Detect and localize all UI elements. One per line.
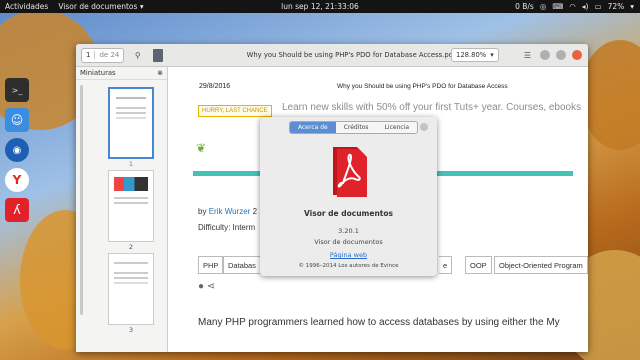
wallpaper-foliage <box>580 40 640 150</box>
app-name: Visor de documentos <box>304 209 393 218</box>
keyboard-icon[interactable]: ⌨ <box>552 2 563 11</box>
website-link[interactable]: Página web <box>260 251 437 259</box>
thumbnail-label: 1 <box>128 160 134 168</box>
minimize-button[interactable] <box>540 50 550 60</box>
running-head: Why you Should be using PHP's PDO for Da… <box>337 83 508 90</box>
copyright: © 1996–2014 Los autores de Evince <box>298 263 399 269</box>
volume-icon[interactable]: ◂) <box>582 2 589 11</box>
yandex-browser-icon[interactable]: Y <box>5 168 29 192</box>
app-version: 3.20.1 <box>338 227 359 235</box>
tag-chip[interactable]: Object-Oriented Program <box>494 256 588 274</box>
sidebar-scrollbar[interactable] <box>80 85 83 315</box>
tag-chip[interactable]: Databas <box>223 256 261 274</box>
page-date: 29/8/2016 <box>199 83 231 90</box>
battery-level: 72% <box>607 2 625 11</box>
author-link[interactable]: Erik Wurzer <box>209 207 251 216</box>
dock: >_ ☺ ◉ Y ʎ <box>0 78 34 222</box>
search-icon[interactable]: ⚲ <box>130 48 145 63</box>
close-icon[interactable]: ⊗ <box>157 69 163 77</box>
tab-credits[interactable]: Créditos <box>335 122 377 133</box>
page-selector[interactable]: 1 de 24 <box>81 47 125 63</box>
pdf-viewer-icon[interactable]: ʎ <box>5 198 29 222</box>
tab-license[interactable]: Licencia <box>376 122 418 133</box>
tag-chip[interactable]: PHP <box>198 256 224 274</box>
thumbnail-label: 2 <box>128 243 134 251</box>
tag-chip[interactable]: e <box>439 256 453 274</box>
zoom-level: 128.80% <box>456 51 487 59</box>
activities-button[interactable]: Actividades <box>5 2 48 11</box>
close-button[interactable] <box>572 50 582 60</box>
menu-icon[interactable]: ☰ <box>520 48 535 63</box>
byline-prefix: by <box>198 207 207 216</box>
share-icon[interactable]: ⋖ <box>207 281 215 292</box>
app-menu-label: Visor de documentos <box>58 2 138 11</box>
accessibility-icon[interactable]: ◎ <box>540 2 547 11</box>
tab-about[interactable]: Acerca de <box>290 122 336 133</box>
thumbnail-page-3[interactable] <box>108 253 154 325</box>
thumbnail-label: 3 <box>128 326 134 334</box>
document-icon <box>153 48 164 62</box>
hurry-badge[interactable]: HURRY, LAST CHANCE <box>198 105 272 117</box>
page-total: de 24 <box>94 51 123 59</box>
byline: by Erik Wurzer 2 <box>198 207 257 216</box>
window-title: Why you Should be using PHP's PDO for Da… <box>246 51 456 59</box>
thumbnail-page-2[interactable] <box>108 170 154 242</box>
chevron-down-icon[interactable]: ▾ <box>630 2 634 11</box>
promo-text[interactable]: Learn new skills with 50% off your first… <box>282 102 581 113</box>
about-tabs: Acerca de Créditos Licencia <box>289 121 419 134</box>
about-dialog: Acerca de Créditos Licencia Visor de doc… <box>260 117 437 276</box>
wifi-icon[interactable]: ◠ <box>569 2 576 11</box>
top-bar: Actividades Visor de documentos ▾ lun se… <box>0 0 640 13</box>
byline-suffix: 2 <box>252 207 258 216</box>
zoom-selector[interactable]: 128.80% ▾ <box>451 48 499 62</box>
battery-icon[interactable]: ▭ <box>594 2 601 11</box>
close-icon[interactable] <box>420 123 428 131</box>
chevron-down-icon: ▾ <box>490 51 494 59</box>
app-menu[interactable]: Visor de documentos ▾ <box>58 2 143 11</box>
difficulty-label: Difficulty: Interm <box>198 223 256 232</box>
clock[interactable]: lun sep 12, 21:33:06 <box>281 2 359 11</box>
pdf-logo-icon <box>333 147 367 197</box>
app-description: Visor de documentos <box>314 238 383 246</box>
firefox-icon[interactable]: ◉ <box>5 138 29 162</box>
finder-icon[interactable]: ☺ <box>5 108 29 132</box>
body-paragraph: Many PHP programmers learned how to acce… <box>198 317 560 328</box>
comment-icon[interactable]: ● <box>198 281 204 292</box>
sidebar-title[interactable]: Miniaturas <box>80 69 116 77</box>
share-icons: ● ⋖ <box>198 281 215 292</box>
terminal-icon[interactable]: >_ <box>5 78 29 102</box>
page-current[interactable]: 1 <box>82 51 94 59</box>
thumbnail-page-1[interactable] <box>108 87 154 159</box>
tag-chip[interactable]: OOP <box>465 256 492 274</box>
thumbnails-sidebar: Miniaturas ⊗ 1 2 3 <box>76 67 168 352</box>
envato-leaf-icon: ❦ <box>196 141 207 155</box>
maximize-button[interactable] <box>556 50 566 60</box>
network-speed: 0 B/s <box>515 2 534 11</box>
header-bar: 1 de 24 ⚲ Why you Should be using PHP's … <box>76 44 588 67</box>
chevron-down-icon: ▾ <box>139 2 144 11</box>
